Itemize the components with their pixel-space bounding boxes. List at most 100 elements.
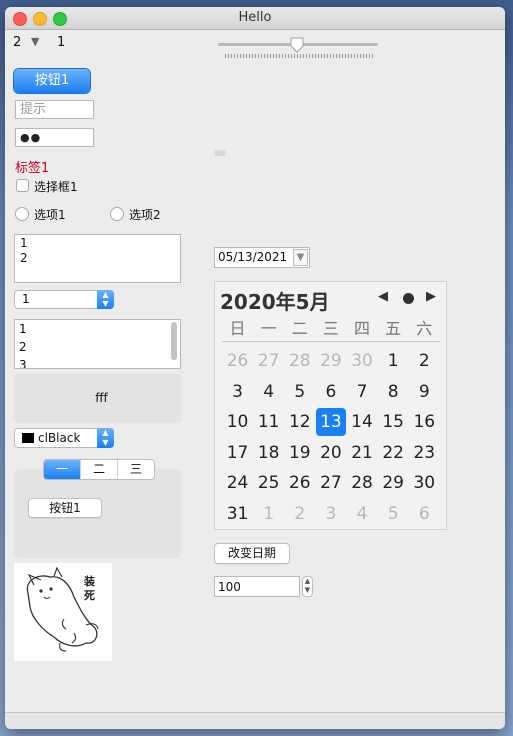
calendar-day[interactable]: 5 [284, 377, 315, 408]
calendar-day[interactable]: 3 [315, 499, 346, 530]
spin-value-right: 1 [57, 35, 66, 50]
calendar-title: 2020年5月 [220, 290, 330, 314]
calendar-day[interactable]: 20 [315, 438, 346, 469]
password-field[interactable]: ●● [15, 128, 94, 147]
color-name: clBlack [38, 431, 81, 445]
calendar-week-row: 17 18 19 20 21 22 23 [222, 438, 440, 469]
calendar-weekday-header: 日一二三四五六 [222, 317, 440, 342]
next-month-icon[interactable]: ▶ [426, 289, 436, 304]
number-input[interactable]: 100 [214, 576, 300, 597]
calendar-day[interactable]: 1 [253, 499, 284, 530]
calendar-day[interactable]: 4 [347, 499, 378, 530]
calendar-day[interactable]: 5 [378, 499, 409, 530]
calendar-day-selected[interactable]: 13 [315, 407, 346, 438]
dropdown-triangle-icon[interactable]: ▼ [293, 249, 308, 266]
svg-text:装: 装 [83, 574, 95, 588]
tab-segmented-control[interactable]: 一 二 三 [43, 459, 155, 480]
up-down-chevron-icon[interactable]: ▲ ▼ [97, 290, 114, 309]
calendar-day[interactable]: 22 [378, 438, 409, 469]
combobox-value: 1 [22, 292, 30, 306]
cartoon-image: 装 死 [14, 563, 112, 661]
slider-ticks [225, 54, 375, 58]
date-picker[interactable]: 05/13/2021 ▼ [214, 247, 310, 268]
radio-option-1[interactable] [15, 207, 29, 221]
calendar-day[interactable]: 4 [253, 377, 284, 408]
calendar-day[interactable]: 19 [284, 438, 315, 469]
checkbox-1-label[interactable]: 选择框1 [34, 178, 78, 195]
tab-1[interactable]: 一 [44, 460, 81, 479]
calendar-day[interactable]: 2 [284, 499, 315, 530]
hidden-control-indicator [214, 150, 226, 156]
checkbox-1[interactable] [16, 179, 29, 192]
color-combobox[interactable]: clBlack ▲ ▼ [14, 428, 114, 448]
previous-month-icon[interactable]: ◀ [378, 289, 388, 304]
radio-option-2-label[interactable]: 选项2 [129, 206, 161, 223]
radio-option-1-label[interactable]: 选项1 [34, 206, 66, 223]
up-down-chevron-icon[interactable]: ▲ ▼ [97, 428, 114, 448]
list-item[interactable]: 3 [15, 356, 180, 368]
number-combobox[interactable]: 1 ▲ ▼ [14, 290, 114, 309]
calendar-week-row: 3456789 [222, 377, 440, 408]
tab-2[interactable]: 二 [81, 460, 118, 479]
title-bar[interactable]: Hello [5, 7, 505, 30]
calendar-day[interactable]: 27 [253, 346, 284, 377]
tab-button[interactable]: 按钮1 [28, 498, 102, 518]
calendar-day[interactable]: 28 [284, 346, 315, 377]
calendar-day[interactable]: 10 [222, 407, 253, 438]
today-dot-icon[interactable] [403, 293, 414, 304]
spin-value-left: 2 [13, 35, 22, 50]
calendar-day[interactable]: 24 [222, 468, 253, 499]
change-date-button[interactable]: 改变日期 [214, 543, 290, 564]
calendar-day[interactable]: 30 [409, 468, 440, 499]
number-stepper[interactable]: ▲ ▼ [302, 576, 313, 597]
tab-3[interactable]: 三 [118, 460, 154, 479]
calendar-week-row: 26 27 28 29 30 1 2 [222, 346, 440, 377]
radio-option-2[interactable] [110, 207, 124, 221]
calendar-day[interactable]: 6 [409, 499, 440, 530]
primary-button[interactable]: 按钮1 [14, 69, 90, 93]
calendar-day[interactable]: 29 [315, 346, 346, 377]
calendar-day[interactable]: 23 [409, 438, 440, 469]
calendar-day[interactable]: 6 [315, 377, 346, 408]
slider-thumb[interactable] [289, 37, 305, 53]
list-item[interactable]: 2 [15, 338, 180, 356]
memo-line: 2 [20, 251, 28, 265]
calendar-day[interactable]: 26 [222, 346, 253, 377]
calendar-day[interactable]: 17 [222, 438, 253, 469]
list-item[interactable]: 1 [15, 320, 180, 338]
calendar-day[interactable]: 25 [253, 468, 284, 499]
calendar-day[interactable]: 2 [409, 346, 440, 377]
listbox[interactable]: 1 2 3 [14, 319, 181, 369]
listbox-scrollbar[interactable] [171, 322, 177, 360]
calendar-day[interactable]: 8 [378, 377, 409, 408]
window-title: Hello [238, 10, 272, 25]
calendar-day[interactable]: 15 [378, 407, 409, 438]
hint-input[interactable]: 提示 [15, 100, 94, 119]
calendar-day[interactable]: 7 [347, 377, 378, 408]
calendar-day[interactable]: 1 [378, 346, 409, 377]
calendar-day[interactable]: 21 [347, 438, 378, 469]
calendar-day[interactable]: 12 [284, 407, 315, 438]
calendar-day[interactable]: 14 [347, 407, 378, 438]
calendar-day[interactable]: 27 [315, 468, 346, 499]
calendar-day[interactable]: 30 [347, 346, 378, 377]
month-calendar[interactable]: 2020年5月 ◀ ▶ 日一二三四五六 26 27 28 29 30 1 2 3 4 5 6 7 8 9 1… [214, 281, 447, 530]
weekday-label: 三 [322, 319, 339, 338]
calendar-week-row: 10 11 12 13 14 15 16 [222, 407, 440, 438]
date-value: 05/13/2021 [218, 250, 288, 264]
calendar-day[interactable]: 29 [378, 468, 409, 499]
memo-textarea[interactable]: 1 2 [14, 234, 181, 283]
calendar-day[interactable]: 16 [409, 407, 440, 438]
panel-text: fff [95, 391, 108, 405]
weekday-label: 二 [291, 319, 308, 338]
app-window: Hello 2 ▼ 1 按钮1 提示 ●● 标签1 选择框1 选项1 选项2 1… [5, 7, 505, 729]
calendar-day[interactable]: 18 [253, 438, 284, 469]
svg-text:死: 死 [84, 589, 95, 602]
calendar-day[interactable]: 3 [222, 377, 253, 408]
calendar-day[interactable]: 11 [253, 407, 284, 438]
calendar-day[interactable]: 26 [284, 468, 315, 499]
calendar-day[interactable]: 9 [409, 377, 440, 408]
calendar-day[interactable]: 31 [222, 499, 253, 530]
dropdown-triangle-icon[interactable]: ▼ [31, 35, 39, 48]
calendar-day[interactable]: 28 [347, 468, 378, 499]
